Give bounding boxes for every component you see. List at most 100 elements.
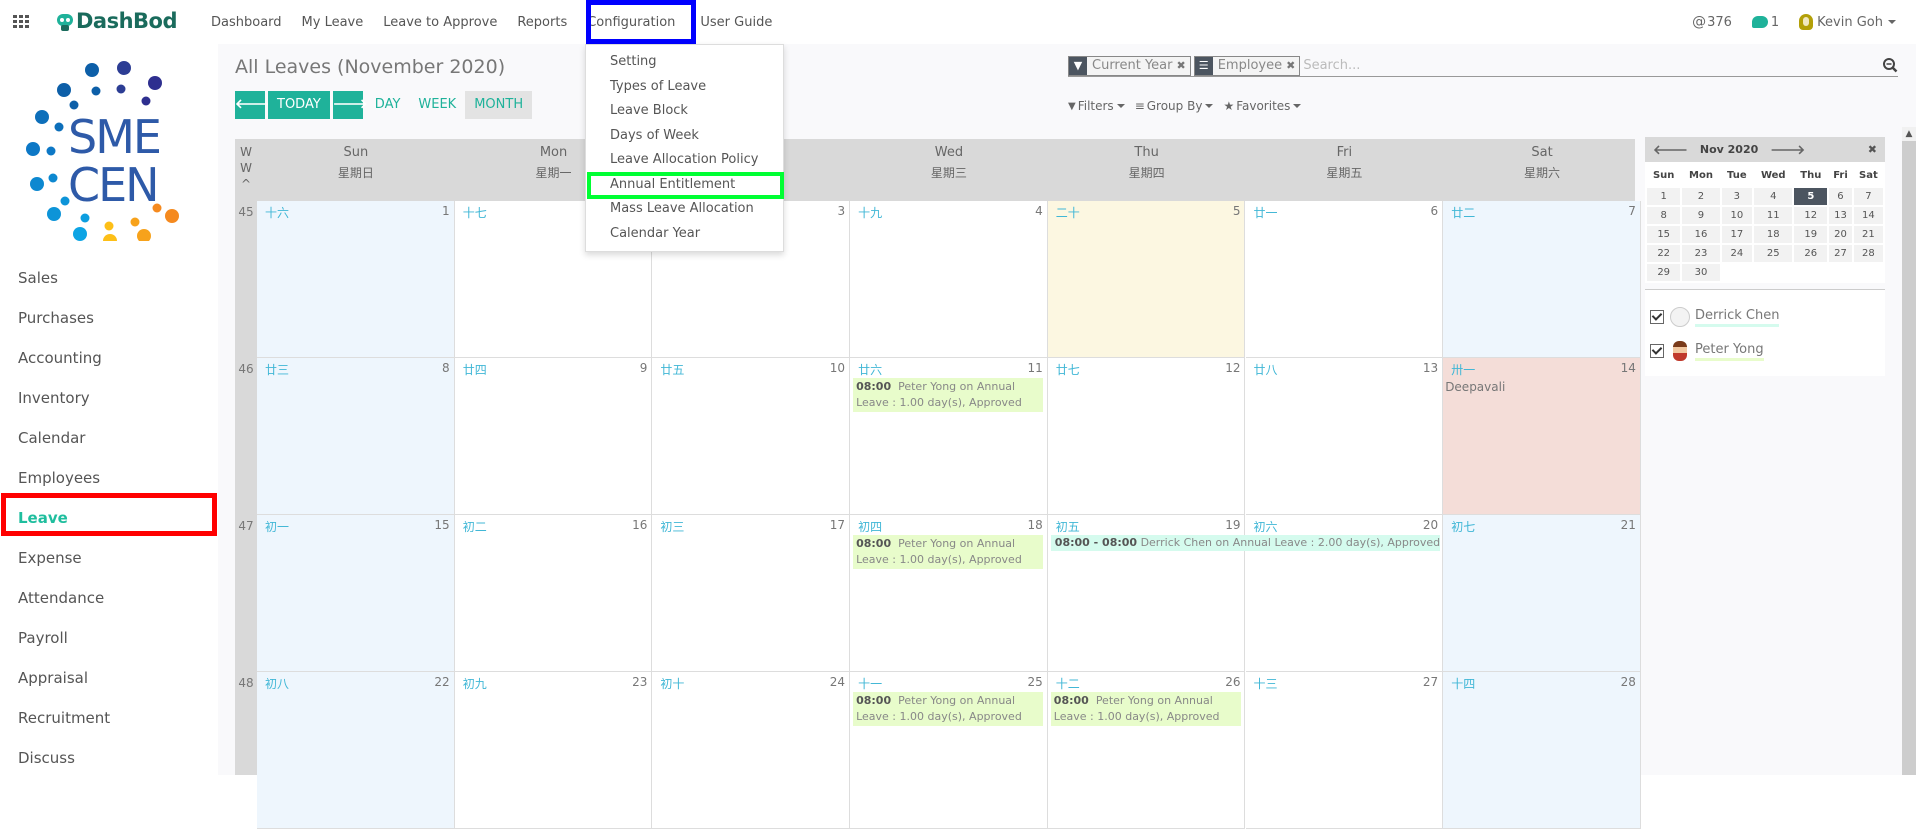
day-cell[interactable]: 二十 5 bbox=[1047, 201, 1246, 358]
config-menu-item-setting[interactable]: Setting bbox=[586, 50, 783, 75]
mini-next-icon[interactable]: 🡒 bbox=[1770, 142, 1805, 158]
mini-day[interactable]: 13 bbox=[1829, 207, 1852, 224]
mini-day[interactable]: 2 bbox=[1682, 188, 1720, 205]
attendee-filter-item[interactable]: Peter Yong bbox=[1650, 334, 1880, 368]
leave-event[interactable]: 08:00 Peter Yong on Annual Leave : 1.00 … bbox=[853, 535, 1044, 569]
sidebar-item-leave[interactable]: Leave bbox=[0, 498, 218, 538]
mini-day[interactable]: 29 bbox=[1647, 264, 1681, 281]
attendee-filter-item[interactable]: Derrick Chen bbox=[1650, 300, 1880, 334]
remove-facet-icon[interactable]: ✖ bbox=[1286, 59, 1299, 72]
mini-day[interactable]: 9 bbox=[1682, 207, 1720, 224]
mini-day[interactable]: 28 bbox=[1853, 245, 1883, 262]
filters-dropdown[interactable]: ▼ Filters bbox=[1068, 99, 1125, 113]
prev-button[interactable]: 🡐 bbox=[235, 91, 270, 119]
user-menu[interactable]: Kevin Goh bbox=[1799, 14, 1896, 30]
sidebar-item-inventory[interactable]: Inventory bbox=[0, 378, 218, 418]
day-cell[interactable]: 初七 21 bbox=[1443, 515, 1641, 672]
mini-day[interactable]: 23 bbox=[1682, 245, 1720, 262]
mini-day[interactable]: 26 bbox=[1794, 245, 1828, 262]
mini-day[interactable]: 10 bbox=[1721, 207, 1753, 224]
nav-configuration[interactable]: Configuration bbox=[582, 15, 680, 30]
day-cell[interactable]: 廿七 12 bbox=[1047, 358, 1246, 515]
today-button[interactable]: TODAY bbox=[268, 91, 330, 119]
next-button[interactable]: 🡒 bbox=[332, 91, 368, 119]
sidebar-item-attendance[interactable]: Attendance bbox=[0, 578, 218, 618]
sidebar-item-purchases[interactable]: Purchases bbox=[0, 298, 218, 338]
day-cell[interactable]: 卅一 14 Deepavali bbox=[1443, 358, 1641, 515]
nav-my-leave[interactable]: My Leave bbox=[302, 15, 364, 30]
mini-day[interactable]: 3 bbox=[1721, 188, 1753, 205]
messages-button[interactable]: 1 bbox=[1751, 15, 1779, 30]
sidebar-item-sales[interactable]: Sales bbox=[0, 258, 218, 298]
mentions-button[interactable]: @ 376 bbox=[1692, 14, 1732, 30]
mini-day[interactable]: 5 bbox=[1794, 188, 1828, 205]
day-cell[interactable]: 十九 4 bbox=[850, 201, 1048, 358]
mini-day[interactable]: 1 bbox=[1647, 188, 1681, 205]
day-cell[interactable]: 廿五 10 bbox=[652, 358, 851, 515]
facet-employee[interactable]: ☰ Employee ✖ bbox=[1193, 55, 1301, 76]
mini-prev-icon[interactable]: 🡐 bbox=[1653, 142, 1688, 158]
day-cell[interactable]: 十二 26 08:00 Peter Yong on Annual Leave : 1… bbox=[1047, 672, 1246, 829]
mini-day[interactable]: 11 bbox=[1754, 207, 1793, 224]
config-menu-item-types-of-leave[interactable]: Types of Leave bbox=[586, 75, 783, 100]
sidebar-item-appraisal[interactable]: Appraisal bbox=[0, 658, 218, 698]
mini-day[interactable]: 25 bbox=[1754, 245, 1793, 262]
day-cell[interactable]: 廿二 7 bbox=[1443, 201, 1641, 358]
search-icon[interactable] bbox=[1882, 57, 1898, 73]
close-icon[interactable]: ✖ bbox=[1868, 143, 1877, 156]
config-menu-item-mass-leave-allocation[interactable]: Mass Leave Allocation bbox=[586, 197, 783, 222]
scrollbar[interactable] bbox=[1902, 127, 1916, 775]
brand-logo[interactable]: DashBod bbox=[56, 9, 178, 33]
sidebar-item-payroll[interactable]: Payroll bbox=[0, 618, 218, 658]
view-week-button[interactable]: WEEK bbox=[409, 91, 465, 119]
leave-event[interactable]: 08:00 Peter Yong on Annual Leave : 1.00 … bbox=[1050, 692, 1241, 726]
mini-day[interactable]: 20 bbox=[1829, 226, 1852, 243]
groupby-dropdown[interactable]: ≡ Group By bbox=[1135, 99, 1214, 113]
mini-day[interactable]: 24 bbox=[1721, 245, 1753, 262]
mini-day[interactable]: 19 bbox=[1794, 226, 1828, 243]
config-menu-item-days-of-week[interactable]: Days of Week bbox=[586, 124, 783, 149]
mini-day[interactable]: 27 bbox=[1829, 245, 1852, 262]
mini-day[interactable]: 6 bbox=[1829, 188, 1852, 205]
mini-day[interactable]: 30 bbox=[1682, 264, 1720, 281]
sidebar-item-discuss[interactable]: Discuss bbox=[0, 738, 218, 778]
sidebar-item-expense[interactable]: Expense bbox=[0, 538, 218, 578]
config-menu-item-leave-block[interactable]: Leave Block bbox=[586, 99, 783, 124]
leave-event[interactable]: 08:00 Peter Yong on Annual Leave : 1.00 … bbox=[853, 692, 1044, 726]
remove-facet-icon[interactable]: ✖ bbox=[1176, 59, 1189, 72]
mini-day[interactable]: 8 bbox=[1647, 207, 1681, 224]
mini-day[interactable]: 4 bbox=[1754, 188, 1793, 205]
day-cell[interactable]: 十一 25 08:00 Peter Yong on Annual Leave : 1… bbox=[850, 672, 1048, 829]
favorites-dropdown[interactable]: ★ Favorites bbox=[1223, 99, 1302, 113]
nav-reports[interactable]: Reports bbox=[517, 15, 567, 30]
nav-leave-to-approve[interactable]: Leave to Approve bbox=[383, 15, 497, 30]
mini-day[interactable]: 22 bbox=[1647, 245, 1681, 262]
mini-day[interactable]: 16 bbox=[1682, 226, 1720, 243]
leave-event-multiday[interactable]: 08:00 - 08:00 Derrick Chen on Annual Lea… bbox=[1050, 535, 1441, 551]
day-cell[interactable]: 初二 16 bbox=[454, 515, 653, 672]
config-menu-item-annual-entitlement[interactable]: Annual Entitlement bbox=[586, 173, 783, 198]
search-input[interactable] bbox=[1303, 58, 1898, 73]
day-cell[interactable]: 廿一 6 bbox=[1245, 201, 1444, 358]
facet-current-year[interactable]: ▼ Current Year ✖ bbox=[1068, 55, 1191, 76]
mini-day[interactable]: 21 bbox=[1853, 226, 1883, 243]
day-cell[interactable]: 初四 18 08:00 Peter Yong on Annual Leave : 1… bbox=[850, 515, 1048, 672]
sidebar-item-accounting[interactable]: Accounting bbox=[0, 338, 218, 378]
sidebar-item-recruitment[interactable]: Recruitment bbox=[0, 698, 218, 738]
view-day-button[interactable]: DAY bbox=[366, 91, 410, 119]
day-cell[interactable]: 初一 15 bbox=[257, 515, 455, 672]
mini-day[interactable]: 15 bbox=[1647, 226, 1681, 243]
day-cell[interactable]: 廿六 11 08:00 Peter Yong on Annual Leave : 1… bbox=[850, 358, 1048, 515]
nav-dashboard[interactable]: Dashboard bbox=[211, 15, 282, 30]
mini-day[interactable]: 18 bbox=[1754, 226, 1793, 243]
sidebar-item-employees[interactable]: Employees bbox=[0, 458, 218, 498]
mini-day[interactable]: 7 bbox=[1853, 188, 1883, 205]
apps-grid-icon[interactable] bbox=[13, 15, 29, 28]
nav-user-guide[interactable]: User Guide bbox=[700, 15, 772, 30]
day-cell[interactable]: 十六 1 bbox=[257, 201, 455, 358]
mini-day[interactable]: 14 bbox=[1853, 207, 1883, 224]
attendee-checkbox[interactable] bbox=[1650, 344, 1664, 358]
mini-day[interactable]: 12 bbox=[1794, 207, 1828, 224]
day-cell[interactable]: 初八 22 bbox=[257, 672, 455, 829]
attendee-checkbox[interactable] bbox=[1650, 310, 1664, 324]
